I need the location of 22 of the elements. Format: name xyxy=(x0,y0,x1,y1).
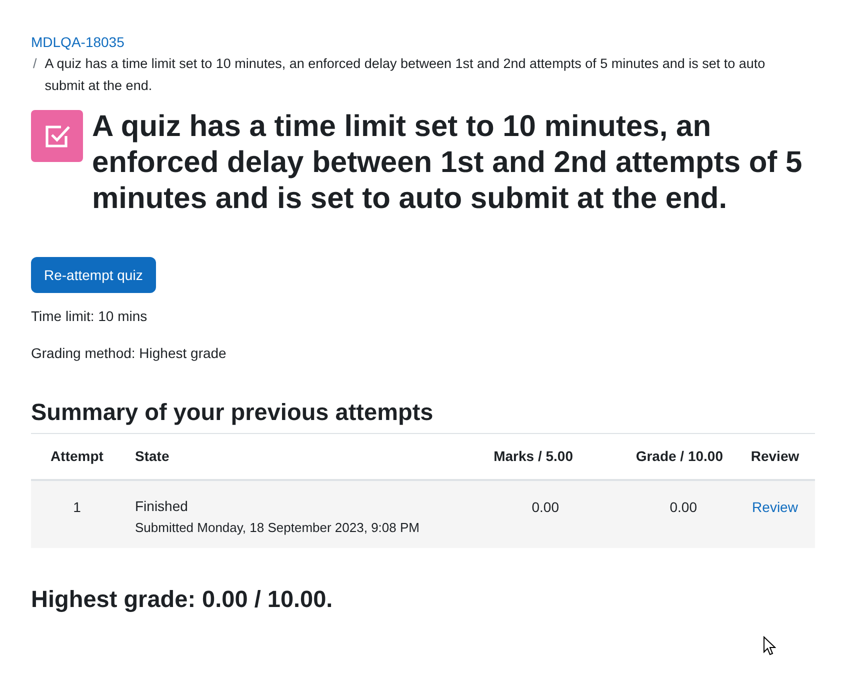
submitted-date: Submitted Monday, 18 September 2023, 9:08 PM xyxy=(135,518,420,536)
mouse-pointer-icon xyxy=(763,636,776,656)
column-header: Attempt xyxy=(31,434,123,480)
info-text: Grading method: Highest grade xyxy=(31,344,228,363)
breadcrumb-link[interactable]: MDLQA-18035 xyxy=(31,31,815,53)
table-cell-text: Finished xyxy=(135,496,189,514)
reattempt-button[interactable]: Re-attempt quiz xyxy=(31,257,156,293)
section-heading: Summary of your previous attempts xyxy=(31,398,434,427)
table-cell: 0.00 xyxy=(469,480,585,548)
column-header: Marks / 5.00 xyxy=(469,434,585,480)
grade-summary: Highest grade: 0.00 / 10.00. xyxy=(31,584,334,614)
column-header: Review xyxy=(735,434,815,480)
info-text: Time limit: 10 mins xyxy=(31,307,148,326)
breadcrumb-separator: / xyxy=(33,55,37,73)
column-header: Grade / 10.00 xyxy=(585,434,735,480)
breadcrumb-current: A quiz has a time limit set to 10 minutes, an enforced delay between 1st and 2nd attempts of 5 minutes and is set to auto submit at the end. xyxy=(44,55,766,95)
review-link[interactable]: Review xyxy=(752,498,798,514)
column-header: State xyxy=(123,434,470,480)
quiz-icon xyxy=(31,110,83,162)
table-cell: 1 xyxy=(31,480,123,548)
page-title: A quiz has a time limit set to 10 minutes, an enforced delay between 1st and 2nd attempts of 5 minutes and is set to auto submit at the end. xyxy=(92,109,804,217)
table-cell: 0.00 xyxy=(585,480,735,548)
